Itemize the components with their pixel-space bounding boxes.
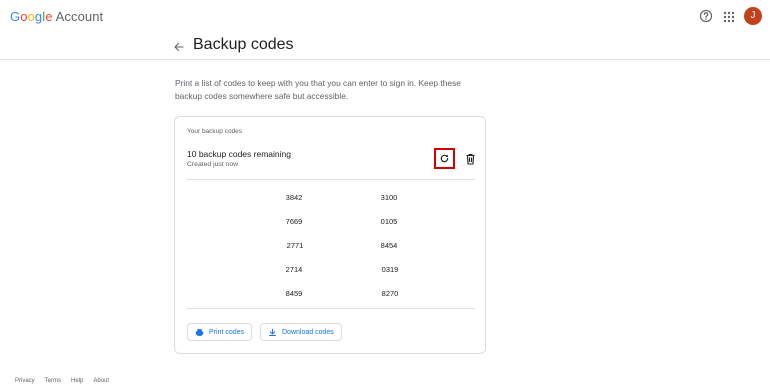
download-codes-label: Download codes	[282, 328, 334, 336]
page-header: Backup codes	[0, 33, 770, 60]
download-icon	[269, 328, 276, 336]
help-icon[interactable]	[699, 9, 713, 23]
account-label: Account	[55, 9, 104, 24]
regenerate-codes-button[interactable]	[434, 148, 455, 169]
google-wordmark: Google	[10, 9, 53, 24]
backup-code: 0105	[380, 217, 398, 226]
top-bar: Google Account J	[0, 0, 770, 33]
codes-remaining: 10 backup codes remaining	[187, 149, 291, 159]
backup-code: 3842	[285, 193, 303, 202]
backup-code: 7669	[285, 217, 303, 226]
backup-code: 8270	[381, 289, 399, 298]
backup-code: 2771	[286, 241, 304, 250]
print-codes-button[interactable]: Print codes	[187, 323, 253, 341]
backup-code: 8454	[380, 241, 398, 250]
page-description: Print a list of codes to keep with you t…	[175, 78, 461, 101]
google-account-logo[interactable]: Google Account	[10, 9, 103, 24]
card-label: Your backup codes	[187, 128, 243, 135]
refresh-icon	[440, 154, 449, 163]
print-codes-label: Print codes	[209, 328, 245, 336]
brand-letter: G	[10, 9, 21, 24]
brand-letter: o	[27, 9, 35, 24]
created-status: Created just now	[187, 161, 239, 168]
backup-code: 8459	[285, 289, 303, 298]
divider	[187, 308, 475, 309]
footer-link-terms[interactable]: Terms	[45, 378, 61, 384]
footer-link-about[interactable]: About	[93, 378, 109, 384]
brand-letter: e	[45, 9, 53, 24]
backup-code: 2714	[285, 265, 303, 274]
trash-icon	[466, 153, 475, 165]
footer-link-privacy[interactable]: Privacy	[15, 378, 35, 384]
page-title: Backup codes	[193, 36, 294, 53]
printer-icon	[195, 328, 204, 336]
delete-codes-button[interactable]	[464, 152, 477, 165]
backup-codes-card: Your backup codes 10 backup codes remain…	[174, 116, 486, 354]
avatar[interactable]: J	[744, 7, 762, 25]
brand-letter: o	[20, 9, 28, 24]
backup-code: 0319	[381, 265, 399, 274]
backup-code: 3100	[380, 193, 398, 202]
download-codes-button[interactable]: Download codes	[260, 323, 342, 341]
apps-icon[interactable]	[723, 10, 735, 23]
footer-link-help[interactable]: Help	[71, 378, 83, 384]
back-arrow-icon[interactable]	[173, 40, 185, 52]
footer: Privacy Terms Help About	[15, 378, 109, 384]
divider	[187, 179, 475, 180]
